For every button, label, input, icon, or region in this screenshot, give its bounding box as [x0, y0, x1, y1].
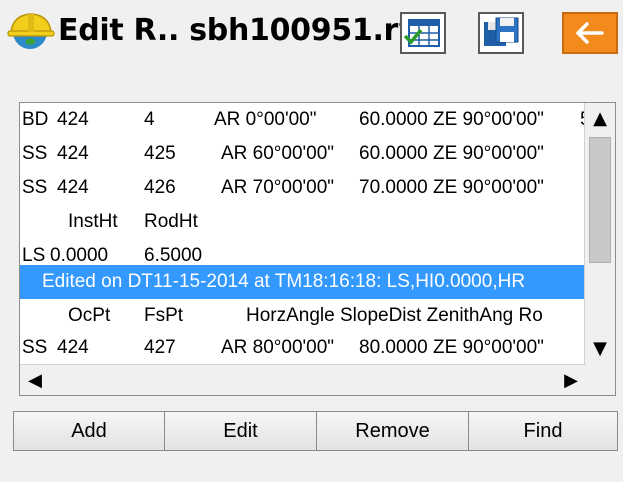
cell: AR 60°00'00" — [221, 143, 335, 164]
list-item-selected[interactable]: Edited on DT11-15-2014 at TM18:16:18: LS… — [20, 265, 586, 299]
cell: SS — [22, 177, 48, 198]
scroll-right-button[interactable]: ▶ — [556, 365, 586, 395]
list-item[interactable]: BD 424 4 AR 0°00'00" 60.0000 ZE 90°00'00… — [20, 103, 586, 137]
scroll-up-button[interactable]: ▲ — [585, 103, 615, 133]
cell: RodHt — [144, 211, 198, 232]
remove-button[interactable]: Remove — [316, 411, 469, 451]
cell: BD — [22, 109, 49, 130]
scroll-left-button[interactable]: ◀ — [20, 365, 50, 395]
scroll-corner — [585, 365, 615, 395]
scroll-thumb[interactable] — [589, 137, 611, 263]
scroll-down-button[interactable]: ▼ — [585, 333, 615, 363]
cell: 80.0000 ZE 90°00'00" — [359, 337, 544, 358]
cell: 6.5000 — [144, 245, 203, 266]
horizontal-scrollbar[interactable]: ◀ ▶ — [20, 364, 586, 395]
spreadsheet-button[interactable] — [400, 12, 446, 54]
cell: 426 — [144, 177, 176, 198]
record-rows: BD 424 4 AR 0°00'00" 60.0000 ZE 90°00'00… — [20, 103, 586, 365]
arrow-left-icon — [576, 22, 604, 44]
cell: SS — [22, 337, 48, 358]
cell: 424 — [57, 177, 89, 198]
cell: AR 0°00'00" — [214, 109, 317, 130]
list-item[interactable]: SS 424 427 AR 80°00'00" 80.0000 ZE 90°00… — [20, 331, 586, 365]
edit-button[interactable]: Edit — [164, 411, 317, 451]
cell: 0.0000 — [50, 245, 109, 266]
cell: AR 80°00'00" — [221, 337, 335, 358]
cell: AR 70°00'00" — [221, 177, 335, 198]
triangle-left-icon: ◀ — [28, 369, 42, 391]
cell: LS — [22, 245, 46, 266]
cell: HorzAngle SlopeDist ZenithAng Ro — [246, 305, 543, 326]
cell: OcPt — [68, 305, 111, 326]
record-list[interactable]: BD 424 4 AR 0°00'00" 60.0000 ZE 90°00'00… — [19, 102, 616, 396]
save-disk-icon — [484, 17, 519, 46]
list-item[interactable]: SS 424 425 AR 60°00'00" 60.0000 ZE 90°00… — [20, 137, 586, 171]
cell: 424 — [57, 143, 89, 164]
window-title: Edit R.. sbh100951.rw5 — [58, 13, 447, 48]
cell: 424 — [57, 109, 89, 130]
cell: 60.0000 ZE 90°00'00" — [359, 143, 544, 164]
cell: 4 — [144, 109, 155, 130]
find-button[interactable]: Find — [468, 411, 618, 451]
vertical-scrollbar[interactable]: ▲ ▼ — [584, 103, 615, 365]
cell: SS — [22, 143, 48, 164]
cell: 424 — [57, 337, 89, 358]
triangle-down-icon: ▼ — [593, 337, 607, 359]
spreadsheet-check-icon — [403, 19, 440, 47]
list-item[interactable]: OcPt FsPt HorzAngle SlopeDist ZenithAng … — [20, 299, 586, 333]
cell: 70.0000 ZE 90°00'00" — [359, 177, 544, 198]
title-bar: Edit R.. sbh100951.rw5 — [0, 0, 623, 77]
triangle-right-icon: ▶ — [564, 369, 578, 391]
add-button[interactable]: Add — [13, 411, 165, 451]
back-button[interactable] — [562, 12, 618, 54]
list-item[interactable]: SS 424 426 AR 70°00'00" 70.0000 ZE 90°00… — [20, 171, 586, 205]
cell: FsPt — [144, 305, 184, 326]
cell: Edited on DT11-15-2014 at TM18:16:18: LS… — [42, 271, 526, 292]
cell: 427 — [144, 337, 176, 358]
cell: 425 — [144, 143, 176, 164]
cell: InstHt — [68, 211, 118, 232]
save-button[interactable] — [478, 12, 524, 54]
cell: 60.0000 ZE 90°00'00" — [359, 109, 544, 130]
list-item[interactable]: InstHt RodHt — [20, 205, 586, 239]
triangle-up-icon: ▲ — [593, 107, 607, 129]
helmet-globe-icon — [6, 10, 58, 52]
